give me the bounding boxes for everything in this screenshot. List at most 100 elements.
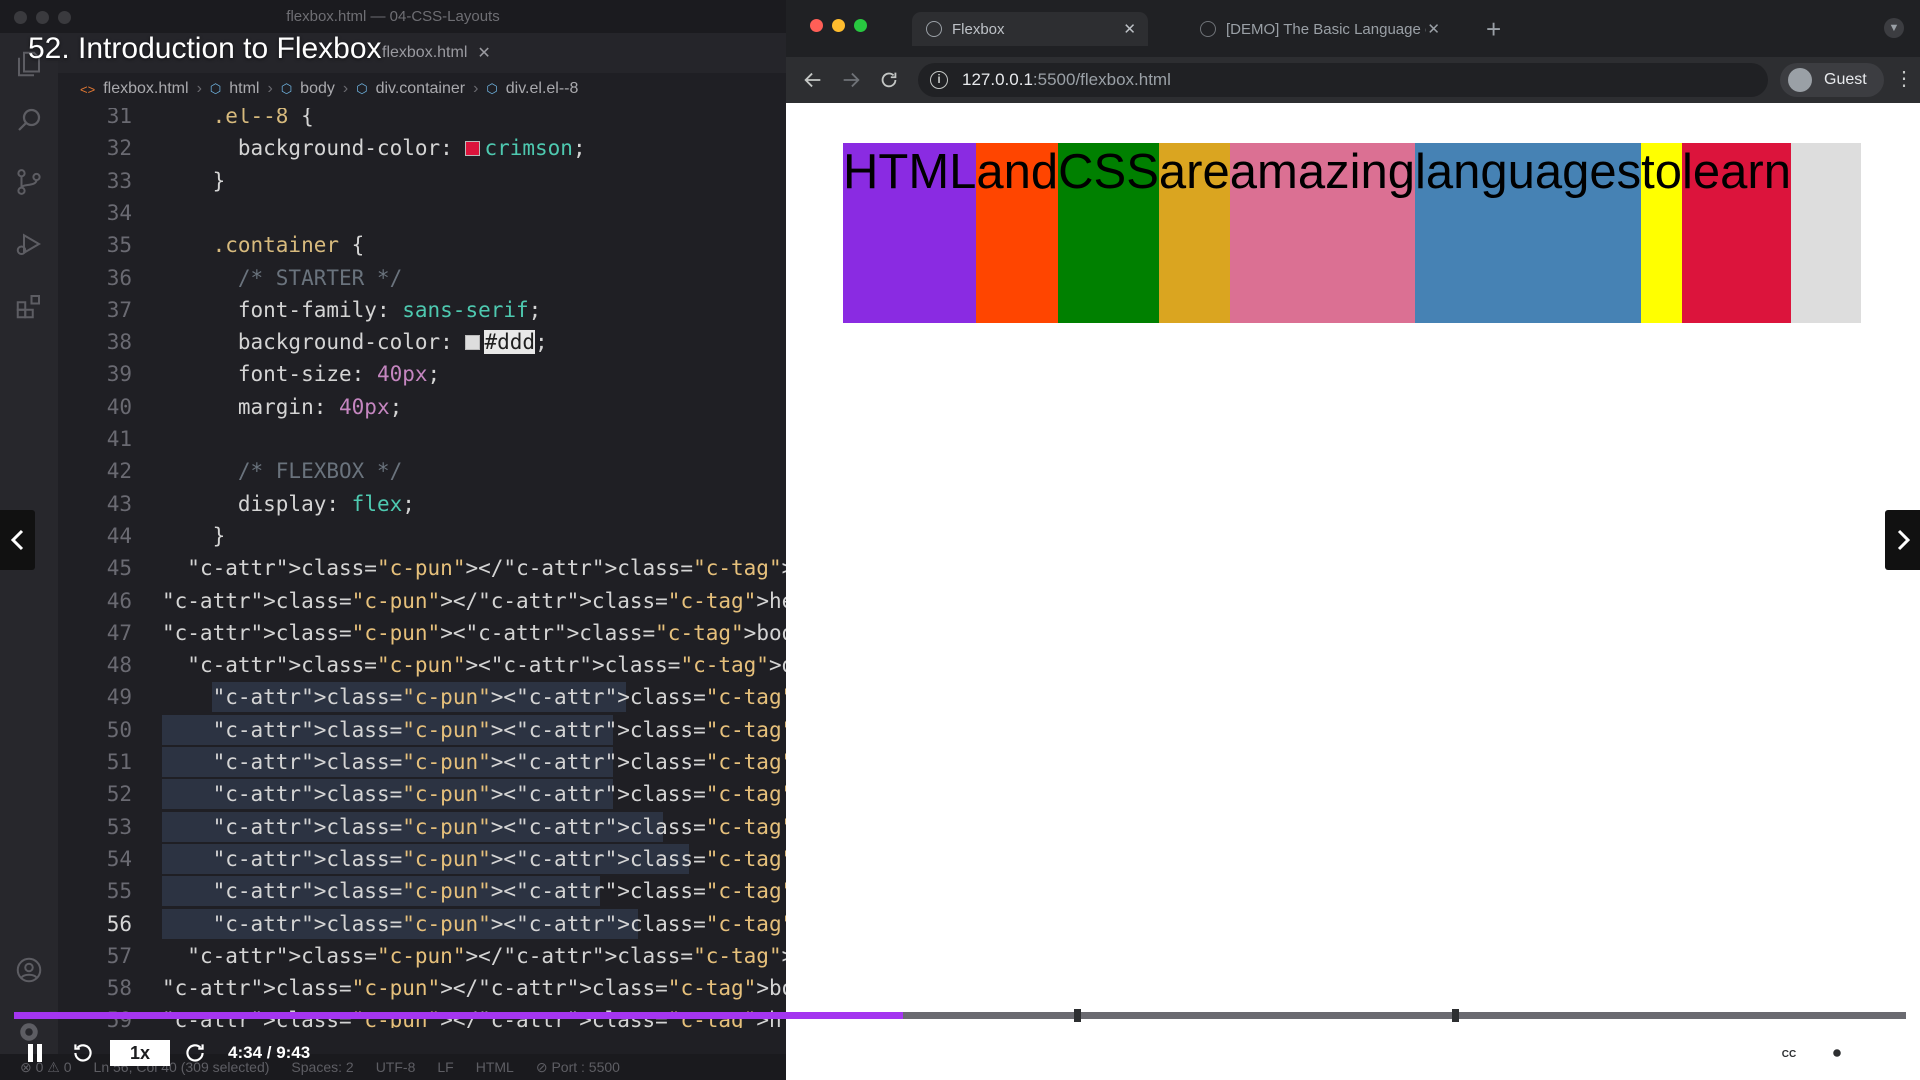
chapter-marker[interactable] (1451, 1009, 1459, 1022)
code-line[interactable]: 39 font-size: 40px; (58, 358, 786, 390)
breadcrumb-item[interactable]: flexbox.html (103, 80, 188, 98)
code-line[interactable]: 52 "c-attr">class="c-pun"><"c-attr">clas… (58, 778, 786, 810)
code-text: /* FLEXBOX */ (162, 459, 403, 484)
code-line[interactable]: 33 } (58, 165, 786, 197)
forward-icon[interactable] (180, 1040, 210, 1066)
code-line[interactable]: 54 "c-attr">class="c-pun"><"c-attr">clas… (58, 843, 786, 875)
playback-rate-button[interactable]: 1x (110, 1040, 170, 1066)
chevron-right-icon (1897, 529, 1910, 551)
code-line[interactable]: 40 margin: 40px; (58, 391, 786, 423)
vscode-window: flexbox.html — 04-CSS-Layouts flexbox.ht… (0, 0, 786, 1080)
video-progress-fill (14, 1012, 904, 1019)
line-number: 37 (106, 297, 132, 322)
forward-icon[interactable] (836, 65, 866, 95)
code-line[interactable]: 42 /* FLEXBOX */ (58, 455, 786, 487)
code-text: "c-attr">class="c-pun"><"c-attr">class="… (212, 750, 786, 774)
code-line[interactable]: 31 .el--8 { (58, 108, 786, 132)
code-line[interactable]: 50 "c-attr">class="c-pun"><"c-attr">clas… (58, 714, 786, 746)
code-line[interactable]: 36 /* STARTER */ (58, 262, 786, 294)
previous-lecture-button[interactable] (0, 510, 35, 570)
code-line[interactable]: 37 font-family: sans-serif; (58, 294, 786, 326)
address-bar[interactable]: i 127.0.0.1 :5500/flexbox.html (918, 63, 1768, 97)
source-control-icon[interactable] (12, 165, 46, 199)
line-number: 57 (106, 943, 132, 968)
flex-container: HTML and CSS are amazing languages to learn (843, 143, 1861, 323)
code-text: margin: 40px; (237, 394, 403, 419)
extensions-icon[interactable] (12, 289, 46, 323)
code-line[interactable]: 57 "c-attr">class="c-pun"></"c-attr">cla… (58, 940, 786, 972)
code-line[interactable]: 45 "c-attr">class="c-pun"></"c-attr">cla… (58, 552, 786, 584)
line-number: 34 (106, 200, 132, 225)
code-line[interactable]: 58 "c-attr">class="c-pun"></"c-attr">clas… (58, 972, 786, 1004)
code-line[interactable]: 35 .container { (58, 229, 786, 261)
browser-tab-flexbox[interactable]: Flexbox ✕ (912, 12, 1148, 46)
vscode-titlebar: flexbox.html — 04-CSS-Layouts (0, 0, 786, 33)
back-icon[interactable] (798, 65, 828, 95)
rewind-icon[interactable] (68, 1040, 98, 1066)
line-number: 32 (106, 136, 132, 161)
code-line[interactable]: 46 "c-attr">class="c-pun"></"c-attr">clas… (58, 585, 786, 617)
tab-search-icon[interactable]: ▼ (1884, 18, 1904, 38)
breadcrumb-separator-icon: › (473, 80, 479, 97)
minimize-window-dot[interactable] (36, 11, 49, 24)
account-icon[interactable] (12, 953, 46, 987)
code-line[interactable]: 47 "c-attr">class="c-pun"><"c-attr">class… (58, 617, 786, 649)
search-icon[interactable] (12, 103, 46, 137)
code-text: background-color: #ddd; (237, 330, 548, 355)
profile-button[interactable]: Guest (1780, 63, 1884, 97)
code-line[interactable]: 55 "c-attr">class="c-pun"><"c-attr">clas… (58, 875, 786, 907)
code-line[interactable]: 34 (58, 197, 786, 229)
breadcrumb-separator-icon: › (267, 80, 273, 97)
code-line[interactable]: 48 "c-attr">class="c-pun"><"c-attr">clas… (58, 649, 786, 681)
zoom-window-dot[interactable] (58, 11, 71, 24)
code-line[interactable]: 44 } (58, 520, 786, 552)
minimize-window-dot[interactable] (832, 19, 845, 32)
flex-item-2: and (976, 143, 1059, 323)
editor-tab-flexbox[interactable]: flexbox.html ✕ (368, 33, 505, 73)
video-progress-bar[interactable] (14, 1009, 1906, 1022)
exit-fullscreen-icon[interactable] (1870, 1040, 1900, 1066)
breadcrumb-item[interactable]: div.container (376, 80, 466, 98)
code-line[interactable]: 32 background-color: crimson; (58, 132, 786, 164)
code-text: /* STARTER */ (162, 265, 403, 290)
code-line[interactable]: 38 background-color: #ddd; (58, 326, 786, 358)
code-line[interactable]: 43 display: flex; (58, 488, 786, 520)
browser-tab-label: Flexbox (952, 20, 1005, 38)
code-line[interactable]: 49 "c-attr">class="c-pun"><"c-attr">clas… (58, 681, 786, 713)
new-tab-icon[interactable]: + (1486, 14, 1501, 45)
code-line[interactable]: 53 "c-attr">class="c-pun"><"c-attr">clas… (58, 811, 786, 843)
breadcrumb-separator-icon: › (196, 80, 202, 97)
close-tab-icon[interactable]: ✕ (477, 43, 490, 63)
volume-icon[interactable] (1726, 1040, 1756, 1066)
pause-icon[interactable] (22, 1040, 48, 1066)
captions-icon[interactable]: CC (1774, 1040, 1804, 1066)
code-text: "c-attr">class="c-pun"><"c-attr">class="… (212, 879, 786, 904)
browser-tab-demo[interactable]: [DEMO] The Basic Language o ✕ (1186, 12, 1452, 46)
code-editor[interactable]: 31 .el--8 {32 background-color: crimson;… (58, 108, 786, 1028)
kebab-menu-icon[interactable]: ⋮ (1894, 69, 1914, 89)
close-tab-icon[interactable]: ✕ (1123, 20, 1136, 38)
zoom-window-dot[interactable] (854, 19, 867, 32)
chapter-marker[interactable] (1073, 1009, 1081, 1022)
lecture-title: 52. Introduction to Flexbox (28, 32, 382, 65)
close-window-dot[interactable] (810, 19, 823, 32)
line-number: 51 (106, 750, 132, 774)
breadcrumb-item[interactable]: html (229, 80, 259, 98)
line-number: 36 (106, 265, 132, 290)
info-icon[interactable]: i (930, 71, 948, 89)
reload-icon[interactable] (874, 65, 904, 95)
run-debug-icon[interactable] (12, 227, 46, 261)
line-number: 58 (106, 976, 132, 1001)
browser-toolbar: i 127.0.0.1 :5500/flexbox.html Guest ⋮ (786, 57, 1920, 103)
next-lecture-button[interactable] (1885, 510, 1920, 570)
breadcrumb-item[interactable]: div.el.el--8 (506, 80, 579, 98)
code-line[interactable]: 56 "c-attr">class="c-pun"><"c-attr">clas… (58, 908, 786, 940)
close-window-dot[interactable] (14, 11, 27, 24)
flex-item-3: CSS (1058, 143, 1159, 323)
close-tab-icon[interactable]: ✕ (1427, 20, 1440, 38)
code-line[interactable]: 51 "c-attr">class="c-pun"><"c-attr">clas… (58, 746, 786, 778)
breadcrumb-item[interactable]: body (300, 80, 335, 98)
code-line[interactable]: 41 (58, 423, 786, 455)
url-host: 127.0.0.1 (962, 70, 1033, 89)
settings-icon[interactable] (1822, 1040, 1852, 1066)
